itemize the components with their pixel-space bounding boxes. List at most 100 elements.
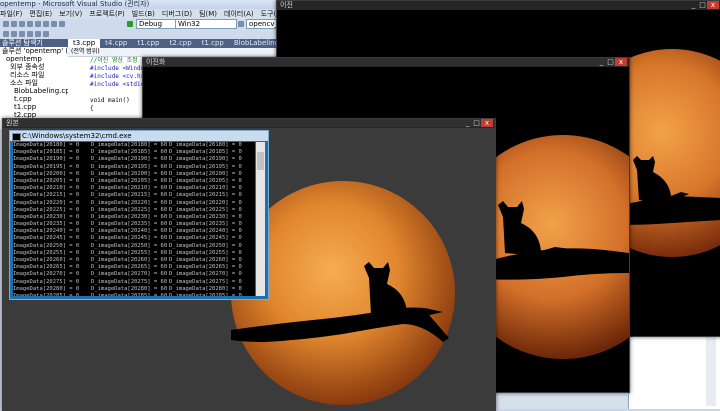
cmd-value: D_imageData[20185] = 60 [91, 149, 168, 156]
cmd-line: ImageData[20185] = 0 D_imageData[20185] =… [13, 149, 255, 156]
editor-tab[interactable]: t1.cpp [132, 39, 164, 48]
tree-item[interactable]: opentemp [0, 55, 68, 63]
maximize-button[interactable]: □ [606, 58, 615, 66]
cmd-value: D_imageData[20205] = 0 [169, 177, 242, 184]
cmd-value: D_imageData[20280] = 60 [91, 285, 168, 292]
paste-icon[interactable] [43, 21, 49, 27]
menu-item[interactable]: 보기(V) [59, 10, 82, 18]
editor-tab[interactable]: t2.cpp [165, 39, 197, 48]
window-controls: _ □ x [597, 58, 627, 66]
cmd-value: D_imageData[20270] = 0 [169, 271, 242, 278]
close-button[interactable]: x [615, 58, 627, 66]
editor-tab[interactable]: t4.cpp [100, 39, 132, 48]
cmd-scroll-thumb[interactable] [257, 152, 264, 170]
cmd-value: ImageData[20210] = 0 [13, 185, 80, 192]
menu-item[interactable]: 데이터(A) [224, 10, 254, 18]
config-dropdown[interactable]: Debug [136, 19, 178, 29]
open-icon[interactable] [11, 21, 17, 27]
cmd-title-bar: C:\Windows\system32\cmd.exe [10, 131, 268, 141]
cmd-value: D_imageData[20220] = 60 [91, 199, 168, 206]
cmd-value: D_imageData[20245] = 0 [169, 235, 242, 242]
cmd-line: ImageData[20225] = 0 D_imageData[20225] =… [13, 207, 255, 214]
cmd-value: D_imageData[20195] = 0 [169, 163, 242, 170]
cmd-scrollbar[interactable] [256, 142, 265, 296]
cmd-line: ImageData[20230] = 0 D_imageData[20230] =… [13, 214, 255, 221]
scope-dropdown[interactable]: (전역 범위) [68, 48, 290, 57]
cmd-line: ImageData[20250] = 0 D_imageData[20250] =… [13, 243, 255, 250]
image-window-front-title: 원본 [3, 119, 495, 127]
menu-item[interactable]: 파일(F) [0, 10, 22, 18]
cmd-line: ImageData[20235] = 0 D_imageData[20235] =… [13, 221, 255, 228]
cmd-line: ImageData[20220] = 0 D_imageData[20220] =… [13, 200, 255, 207]
cmd-value: D_imageData[20195] = 60 [91, 163, 168, 170]
tree-item[interactable]: 외부 종속성 [0, 63, 68, 71]
tree-item[interactable]: 소스 파일 [0, 79, 68, 87]
tree-item[interactable]: t.cpp [0, 95, 68, 103]
redo-icon[interactable] [59, 21, 65, 27]
indent-icon[interactable] [11, 31, 17, 37]
vs-output-scrollbar[interactable] [706, 336, 716, 406]
cmd-value: D_imageData[20245] = 60 [91, 235, 168, 242]
cmd-value: D_imageData[20185] = 0 [169, 149, 242, 156]
cmd-value: D_imageData[20265] = 60 [91, 264, 168, 271]
cmd-value: D_imageData[20275] = 0 [169, 278, 242, 285]
cmd-value: ImageData[20195] = 0 [13, 163, 80, 170]
start-debug-icon[interactable] [127, 21, 133, 27]
cmd-value: D_imageData[20190] = 0 [169, 156, 242, 163]
uncomment-icon[interactable] [35, 31, 41, 37]
outdent-icon[interactable] [19, 31, 25, 37]
cmd-value: D_imageData[20225] = 0 [169, 206, 242, 213]
cmd-value: ImageData[20205] = 0 [13, 177, 80, 184]
menu-item[interactable]: 디버그(D) [162, 10, 192, 18]
comment-icon[interactable] [27, 31, 33, 37]
cut-icon[interactable] [27, 21, 33, 27]
tree-item[interactable]: t1.cpp [0, 103, 68, 111]
cmd-value: ImageData[20230] = 0 [13, 213, 80, 220]
bookmark-icon[interactable] [43, 31, 49, 37]
cmd-value: D_imageData[20215] = 0 [169, 192, 242, 199]
maximize-button[interactable]: □ [472, 119, 481, 127]
cmd-line: ImageData[20215] = 0 D_imageData[20215] =… [13, 192, 255, 199]
cmd-line: ImageData[20245] = 0 D_imageData[20245] =… [13, 235, 255, 242]
cmd-value: D_imageData[20200] = 60 [91, 170, 168, 177]
save-icon[interactable] [19, 21, 25, 27]
tree-item[interactable]: 리소스 파일 [0, 71, 68, 79]
menu-item[interactable]: 빌드(B) [132, 10, 155, 18]
editor-tab[interactable]: t1.cpp [197, 39, 229, 48]
cmd-line: ImageData[20240] = 0 D_imageData[20240] =… [13, 228, 255, 235]
format-icon[interactable] [3, 31, 9, 37]
cmd-value: ImageData[20255] = 0 [13, 249, 80, 256]
menu-item[interactable]: 편집(E) [29, 10, 52, 18]
cmd-output[interactable]: ImageData[20180] = 0 D_imageData[20180] =… [13, 142, 255, 296]
find-icon[interactable] [238, 21, 244, 27]
editor-tab[interactable]: t3.cpp [68, 39, 101, 48]
window-controls: _ □ x [689, 1, 719, 9]
undo-icon[interactable] [51, 21, 57, 27]
close-button[interactable]: x [481, 119, 493, 127]
cmd-value: ImageData[20215] = 0 [13, 192, 80, 199]
cmd-value: ImageData[20240] = 0 [13, 228, 80, 235]
cmd-value: D_imageData[20275] = 60 [91, 278, 168, 285]
new-file-icon[interactable] [3, 21, 9, 27]
platform-dropdown[interactable]: Win32 [175, 19, 237, 29]
menu-item[interactable]: 프로젝트(P) [89, 10, 124, 18]
maximize-button[interactable]: □ [698, 1, 707, 9]
cmd-value: D_imageData[20190] = 60 [91, 156, 168, 163]
minimize-button[interactable]: _ [463, 119, 472, 127]
minimize-button[interactable]: _ [597, 58, 606, 66]
cmd-line: ImageData[20260] = 0 D_imageData[20260] =… [13, 257, 255, 264]
menu-item[interactable]: 팀(M) [199, 10, 217, 18]
cmd-value: ImageData[20185] = 0 [13, 149, 80, 156]
cmd-value: ImageData[20220] = 0 [13, 199, 80, 206]
copy-icon[interactable] [35, 21, 41, 27]
editor-tabs: t3.cpp t4.cpp t1.cpp t2.cpp t1.cpp BlobLabeli… [68, 39, 290, 48]
cmd-value: D_imageData[20285] = 0 [169, 292, 242, 296]
cmd-value: ImageData[20260] = 0 [13, 257, 80, 263]
close-button[interactable]: x [707, 1, 719, 9]
cmd-value: D_imageData[20260] = 60 [91, 257, 168, 263]
tree-item[interactable]: BlobLabeling.cpp [0, 87, 68, 95]
tree-item[interactable]: 솔루션 'opentemp' (1 프로젝트) [0, 47, 68, 55]
cmd-value: D_imageData[20255] = 0 [169, 249, 242, 256]
minimize-button[interactable]: _ [689, 1, 698, 9]
cmd-value: D_imageData[20230] = 0 [169, 213, 242, 220]
